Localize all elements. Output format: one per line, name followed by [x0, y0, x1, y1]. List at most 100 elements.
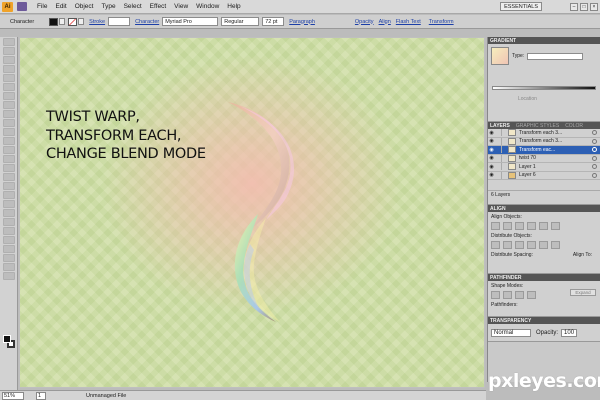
layer-name[interactable]: twist 70: [519, 155, 592, 161]
crop-tool-icon[interactable]: [3, 245, 15, 253]
symbol-sprayer-tool-icon[interactable]: [3, 182, 15, 190]
target-icon[interactable]: [592, 164, 597, 170]
artboard[interactable]: TWIST WARP, TRANSFORM EACH, CHANGE BLEND…: [20, 38, 484, 387]
lock-toggle[interactable]: [495, 163, 502, 171]
selection-tool-icon[interactable]: [3, 38, 15, 46]
transform-link[interactable]: Transform: [429, 19, 454, 25]
live-paint-tool-icon[interactable]: [3, 236, 15, 244]
stroke-dropdown[interactable]: [78, 18, 85, 25]
layers-panel-header[interactable]: LAYERS GRAPHIC STYLES COLOR: [488, 122, 600, 129]
tab-color[interactable]: COLOR: [565, 123, 583, 129]
eyedropper-tool-icon[interactable]: [3, 218, 15, 226]
artboard-navigation[interactable]: 1: [36, 391, 46, 400]
layer-name[interactable]: Layer 6: [519, 172, 592, 178]
fill-dropdown[interactable]: [59, 18, 66, 25]
gradient-slider[interactable]: [492, 86, 596, 90]
target-icon[interactable]: [592, 138, 597, 144]
tab-layers[interactable]: LAYERS: [490, 123, 510, 129]
close-icon[interactable]: ×: [590, 2, 598, 11]
font-style-field[interactable]: Regular: [221, 17, 260, 26]
align-link[interactable]: Align: [379, 19, 391, 25]
layer-row[interactable]: ◉ Transform each 3...: [488, 129, 600, 138]
menu-help[interactable]: Help: [223, 3, 244, 10]
intersect-icon[interactable]: [515, 291, 524, 299]
font-family-field[interactable]: Myriad Pro: [162, 17, 219, 26]
distribute-left-icon[interactable]: [527, 241, 536, 249]
distribute-vcenter-icon[interactable]: [503, 241, 512, 249]
fill-stroke-control[interactable]: [3, 335, 15, 349]
target-icon[interactable]: [592, 155, 597, 161]
distribute-right-icon[interactable]: [551, 241, 560, 249]
menu-object[interactable]: Object: [71, 3, 98, 10]
target-icon[interactable]: [592, 130, 597, 136]
blend-mode-select[interactable]: Normal: [491, 328, 531, 337]
layer-name[interactable]: Layer 1: [519, 164, 592, 170]
layer-row-selected[interactable]: ◉ Transform eac...: [488, 146, 600, 155]
blend-tool-icon[interactable]: [3, 227, 15, 235]
gradient-swatch[interactable]: [491, 47, 509, 65]
stroke-link[interactable]: Stroke: [89, 19, 105, 25]
align-bottom-icon[interactable]: [551, 222, 560, 230]
exclude-icon[interactable]: [527, 291, 536, 299]
magic-wand-tool-icon[interactable]: [3, 56, 15, 64]
rectangle-tool-icon[interactable]: [3, 101, 15, 109]
visibility-eye-icon[interactable]: ◉: [488, 147, 495, 153]
target-icon[interactable]: [592, 172, 597, 178]
lock-toggle[interactable]: [495, 154, 502, 162]
fill-color-icon[interactable]: [3, 335, 11, 343]
visibility-eye-icon[interactable]: ◉: [488, 164, 495, 170]
visibility-eye-icon[interactable]: ◉: [488, 138, 495, 144]
workspace-switcher[interactable]: ESSENTIALS: [500, 2, 542, 11]
hand-tool-icon[interactable]: [3, 263, 15, 271]
opacity-link[interactable]: Opacity: [355, 19, 374, 25]
zoom-field[interactable]: 51%: [2, 391, 24, 400]
menu-edit[interactable]: Edit: [51, 3, 70, 10]
menu-effect[interactable]: Effect: [146, 3, 171, 10]
minimize-icon[interactable]: –: [570, 2, 578, 11]
direct-selection-tool-icon[interactable]: [3, 47, 15, 55]
align-hcenter-icon[interactable]: [503, 222, 512, 230]
warp-tool-icon[interactable]: [3, 164, 15, 172]
layer-name[interactable]: Transform each 3...: [519, 138, 592, 144]
pencil-tool-icon[interactable]: [3, 119, 15, 127]
align-vcenter-icon[interactable]: [539, 222, 548, 230]
free-transform-tool-icon[interactable]: [3, 173, 15, 181]
menu-view[interactable]: View: [170, 3, 192, 10]
font-size-field[interactable]: 72 pt: [262, 17, 285, 26]
gradient-panel-header[interactable]: GRADIENT: [488, 37, 600, 44]
type-tool-icon[interactable]: [3, 83, 15, 91]
scale-tool-icon[interactable]: [3, 155, 15, 163]
pathfinder-panel-header[interactable]: PATHFINDER: [488, 274, 600, 281]
gradient-tool-icon[interactable]: [3, 209, 15, 217]
character-link[interactable]: Character: [135, 19, 159, 25]
twisted-swirl-artwork[interactable]: [210, 94, 310, 324]
lasso-tool-icon[interactable]: [3, 65, 15, 73]
align-left-icon[interactable]: [491, 222, 500, 230]
fill-swatch[interactable]: [49, 17, 59, 26]
minus-front-icon[interactable]: [503, 291, 512, 299]
lock-toggle[interactable]: [495, 129, 502, 137]
pen-tool-icon[interactable]: [3, 74, 15, 82]
zoom-tool-icon[interactable]: [3, 272, 15, 280]
tab-graphic-styles[interactable]: GRAPHIC STYLES: [516, 123, 559, 129]
lock-toggle[interactable]: [495, 146, 502, 154]
maximize-icon[interactable]: □: [580, 2, 588, 11]
stroke-swatch[interactable]: [68, 17, 78, 26]
lock-toggle[interactable]: [495, 137, 502, 145]
stroke-weight-field[interactable]: [108, 17, 131, 26]
bridge-button[interactable]: [17, 2, 27, 11]
menu-type[interactable]: Type: [97, 3, 119, 10]
gradient-type-select[interactable]: [527, 52, 584, 60]
align-panel-header[interactable]: ALIGN: [488, 205, 600, 212]
layer-row[interactable]: ◉ twist 70: [488, 154, 600, 163]
transparency-panel-header[interactable]: TRANSPARENCY: [488, 317, 600, 324]
flash-text-link[interactable]: Flash Text: [396, 19, 421, 25]
slice-tool-icon[interactable]: [3, 254, 15, 262]
eraser-tool-icon[interactable]: [3, 137, 15, 145]
rotate-tool-icon[interactable]: [3, 146, 15, 154]
align-right-icon[interactable]: [515, 222, 524, 230]
layer-name[interactable]: Transform eac...: [519, 147, 592, 153]
layer-name[interactable]: Transform each 3...: [519, 130, 592, 136]
line-tool-icon[interactable]: [3, 92, 15, 100]
opacity-field[interactable]: 100: [561, 328, 578, 337]
